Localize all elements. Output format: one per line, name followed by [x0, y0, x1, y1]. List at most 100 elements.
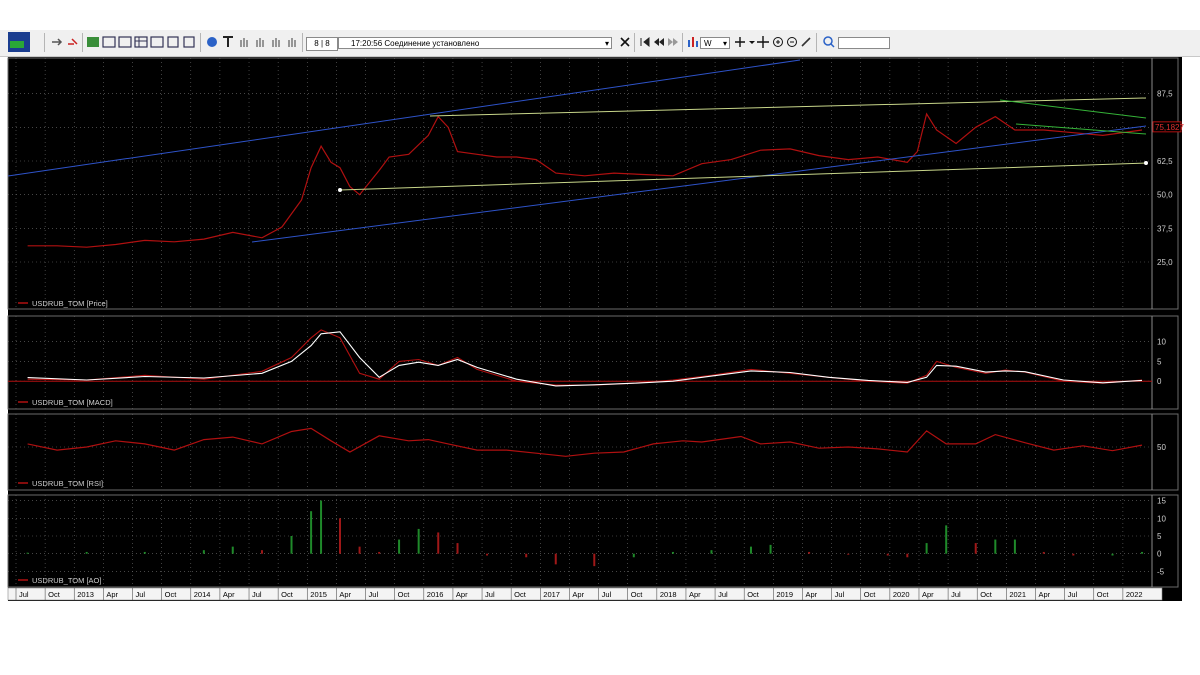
legend-label: USDRUB_TOM [AO]	[32, 576, 101, 585]
y-tick-label: 25,0	[1157, 258, 1173, 267]
x-tick-label: 2022	[1126, 590, 1143, 599]
ao-bar	[886, 553, 889, 556]
ao-bar	[1072, 553, 1075, 556]
x-tick-label: 2015	[310, 590, 327, 599]
ao-bar	[847, 553, 850, 555]
x-tick-label: 2013	[77, 590, 94, 599]
x-tick-label: Oct	[165, 590, 178, 599]
ao-bar	[525, 553, 528, 558]
ao-bar	[1141, 551, 1144, 554]
y-tick-label: -5	[1157, 567, 1165, 576]
x-tick-label: Apr	[456, 590, 468, 599]
y-tick-label: 50	[1157, 443, 1166, 452]
trendline-anchor[interactable]	[1144, 161, 1148, 165]
legend-label: USDRUB_TOM [RSI]	[32, 479, 103, 488]
y-tick-label: 0	[1157, 377, 1162, 386]
x-tick-label: Apr	[689, 590, 701, 599]
ao-bar	[554, 553, 557, 565]
y-tick-label: 50,0	[1157, 191, 1173, 200]
y-tick-label: 10	[1157, 514, 1166, 523]
ao-bar	[143, 551, 146, 554]
y-tick-label: 62,5	[1157, 157, 1173, 166]
ao-bar	[925, 543, 928, 554]
ao-bar	[456, 543, 459, 554]
trendline-anchor[interactable]	[338, 188, 342, 192]
x-tick-label: Oct	[747, 590, 760, 599]
x-tick-label: Oct	[281, 590, 294, 599]
y-tick-label: 5	[1157, 357, 1162, 366]
ao-bar	[1042, 551, 1045, 554]
x-tick-label: Oct	[631, 590, 644, 599]
chart-background	[8, 57, 1182, 601]
x-tick-label: Jul	[951, 590, 961, 599]
ao-bar	[398, 539, 401, 554]
ao-bar	[974, 543, 977, 554]
ao-bar	[945, 525, 948, 554]
ao-bar	[358, 546, 361, 554]
x-tick-label: Oct	[48, 590, 61, 599]
x-tick-label: Jul	[369, 590, 379, 599]
ao-bar	[632, 553, 635, 558]
ao-bar	[486, 553, 489, 556]
x-tick-label: Jul	[835, 590, 845, 599]
y-tick-label: 10	[1157, 338, 1166, 347]
x-tick-label: Oct	[398, 590, 411, 599]
x-tick-label: Oct	[864, 590, 877, 599]
last-value-label: 75,1827	[1155, 123, 1184, 132]
y-tick-label: 15	[1157, 497, 1166, 506]
ao-bar	[749, 546, 752, 554]
ao-bar	[378, 551, 381, 554]
ao-bar	[290, 536, 293, 554]
y-tick-label: 5	[1157, 532, 1162, 541]
x-tick-label: Jul	[602, 590, 612, 599]
ao-bar	[671, 551, 674, 554]
ao-bar	[769, 544, 772, 554]
ao-bar	[593, 553, 596, 567]
ao-bar	[437, 532, 440, 554]
x-tick-label: 2014	[194, 590, 211, 599]
x-tick-label: 2020	[893, 590, 910, 599]
x-tick-label: Jul	[252, 590, 262, 599]
x-tick-label: 2018	[660, 590, 677, 599]
x-tick-label: Apr	[339, 590, 351, 599]
ao-bar	[417, 528, 420, 554]
x-tick-label: Oct	[980, 590, 993, 599]
x-tick-label: 2017	[543, 590, 560, 599]
ao-bar	[1013, 539, 1016, 554]
y-tick-label: 87,5	[1157, 90, 1173, 99]
ao-bar	[202, 550, 205, 554]
ao-bar	[1111, 553, 1114, 556]
x-tick-label: Apr	[223, 590, 235, 599]
x-tick-label: Jul	[485, 590, 495, 599]
x-tick-label: Jul	[718, 590, 728, 599]
x-tick-label: 2016	[427, 590, 444, 599]
legend-label: USDRUB_TOM [MACD]	[32, 398, 113, 407]
x-tick-label: Jul	[136, 590, 146, 599]
y-tick-label: 37,5	[1157, 224, 1173, 233]
ao-bar	[231, 546, 234, 554]
x-tick-label: Apr	[922, 590, 934, 599]
ao-bar	[85, 551, 88, 554]
x-tick-label: Jul	[19, 590, 29, 599]
x-tick-label: Apr	[572, 590, 584, 599]
y-tick-label: 0	[1157, 550, 1162, 559]
ao-bar	[710, 550, 713, 554]
ao-bar	[310, 511, 313, 554]
chart-area: 87,57562,550,037,525,0USDRUB_TOM [Price]…	[7, 57, 1184, 601]
x-tick-label: 2021	[1009, 590, 1026, 599]
ao-bar	[994, 539, 997, 554]
x-tick-label: Apr	[106, 590, 118, 599]
x-tick-label: Oct	[514, 590, 527, 599]
x-tick-label: 2019	[776, 590, 793, 599]
ao-bar	[808, 551, 811, 554]
ao-bar	[338, 518, 341, 554]
ao-bar	[26, 552, 29, 554]
ao-bar	[260, 550, 263, 554]
ao-bar	[906, 553, 909, 558]
x-tick-label: Apr	[805, 590, 817, 599]
x-tick-label: Jul	[1068, 590, 1078, 599]
ao-bar	[320, 500, 323, 554]
x-tick-label: Apr	[1038, 590, 1050, 599]
x-tick-label: Oct	[1097, 590, 1110, 599]
legend-label: USDRUB_TOM [Price]	[32, 299, 108, 308]
